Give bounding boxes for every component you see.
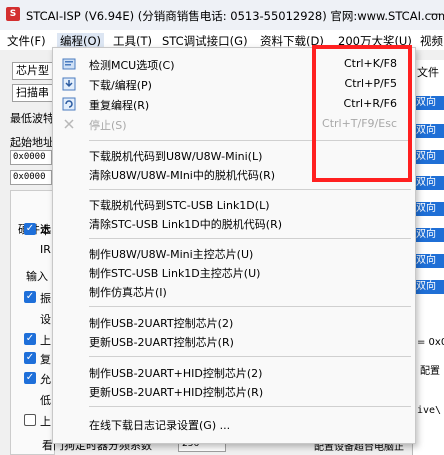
right-config-label: 配置 bbox=[420, 366, 440, 377]
option6-checkbox[interactable] bbox=[24, 414, 36, 426]
option5-label: 允 bbox=[40, 373, 51, 386]
menu-item-update-usb2uart[interactable]: 更新USB-2UART控制芯片(R) bbox=[53, 331, 415, 351]
port-mode-cell[interactable]: 双向 bbox=[414, 202, 444, 216]
menu-separator bbox=[89, 406, 411, 407]
menu-item-download-log-settings[interactable]: 在线下载日志记录设置(G) ... bbox=[53, 414, 415, 434]
menu-item-update-usb2uart-hid[interactable]: 更新USB-2UART+HID控制芯片(R) bbox=[53, 381, 415, 401]
menu-item-label: 下载脱机代码到STC-USB Link1D(L) bbox=[89, 199, 270, 212]
window-title: STCAI-ISP (V6.94E) (分销商销售电话: 0513-550129… bbox=[26, 9, 444, 23]
port-mode-cell[interactable]: 双向 bbox=[414, 96, 444, 110]
option1-label: 本 bbox=[40, 224, 51, 237]
option1-sub-label: IR bbox=[40, 243, 51, 256]
menu-video[interactable]: 视频 bbox=[420, 33, 443, 49]
stop-icon bbox=[64, 119, 74, 129]
option2-sub-label: 设 bbox=[40, 313, 51, 326]
option5-checkbox[interactable]: ✓ bbox=[24, 372, 36, 384]
option2-label: 振 bbox=[40, 292, 51, 305]
menu-item-make-emulator-chip[interactable]: 制作仿真芯片(I) bbox=[53, 281, 415, 301]
detect-icon bbox=[62, 58, 76, 70]
input-label: 输入 bbox=[26, 270, 48, 283]
menu-item-make-link1d-master[interactable]: 制作STC-USB Link1D主控芯片(U) bbox=[53, 262, 415, 282]
app-logo-icon: S bbox=[6, 7, 20, 21]
right-path-text: ive\ bbox=[417, 405, 442, 416]
menu-item-label: 检测MCU选项(C) bbox=[89, 59, 175, 72]
end-address-input[interactable]: 0x0000 bbox=[10, 170, 52, 185]
port-mode-cell[interactable]: 双向 bbox=[414, 280, 444, 294]
menu-item-label: 制作STC-USB Link1D主控芯片(U) bbox=[89, 267, 261, 280]
option4-checkbox[interactable]: ✓ bbox=[24, 352, 36, 364]
menu-separator bbox=[89, 189, 411, 190]
chip-type-label: 芯片型 bbox=[16, 64, 49, 77]
right-file-label: 文件 bbox=[417, 66, 439, 79]
right-config-value: = 0x0 bbox=[417, 337, 444, 348]
option6-label: 上 bbox=[40, 415, 51, 428]
menu-separator bbox=[89, 306, 411, 307]
scan-port-label: 扫描串 bbox=[16, 86, 49, 99]
menu-item-label: 在线下载日志记录设置(G) ... bbox=[89, 419, 231, 432]
menu-item-clear-offline-link1d[interactable]: 清除STC-USB Link1D中的脱机代码(R) bbox=[53, 213, 415, 233]
menu-file[interactable]: 文件(F) bbox=[7, 33, 46, 49]
minimize-button[interactable]: — bbox=[429, 7, 440, 20]
menu-item-label: 清除U8W/U8W-MIni中的脱机代码(R) bbox=[89, 169, 276, 182]
scan-port-combo[interactable]: 扫描串 bbox=[12, 84, 57, 102]
menu-item-download-offline-link1d[interactable]: 下载脱机代码到STC-USB Link1D(L) bbox=[53, 194, 415, 214]
option2-checkbox[interactable]: ✓ bbox=[24, 291, 36, 303]
repeat-icon bbox=[62, 97, 76, 111]
menu-item-make-usb2uart-hid[interactable]: 制作USB-2UART+HID控制芯片(2) bbox=[53, 362, 415, 382]
option1-checkbox[interactable]: ✓ bbox=[24, 223, 36, 235]
menu-item-label: 停止(S) bbox=[89, 119, 127, 132]
baud-label: 最低波特 bbox=[10, 112, 54, 125]
menu-item-label: 下载脱机代码到U8W/U8W-Mini(L) bbox=[89, 150, 263, 163]
menu-item-label: 更新USB-2UART控制芯片(R) bbox=[89, 336, 234, 349]
menu-item-label: 制作U8W/U8W-Mini主控芯片(U) bbox=[89, 248, 254, 261]
port-mode-cell[interactable]: 双向 bbox=[414, 124, 444, 138]
option3-label: 上 bbox=[40, 334, 51, 347]
menu-separator bbox=[89, 356, 411, 357]
port-mode-cell[interactable]: 双向 bbox=[414, 150, 444, 164]
menu-item-make-usb2uart[interactable]: 制作USB-2UART控制芯片(2) bbox=[53, 312, 415, 332]
option5-sub-label: 低 bbox=[40, 394, 51, 407]
title-bar: S STCAI-ISP (V6.94E) (分销商销售电话: 0513-5501… bbox=[0, 0, 444, 31]
download-icon bbox=[62, 77, 76, 91]
start-address-label: 起始地址 bbox=[10, 136, 54, 149]
menu-item-label: 制作USB-2UART控制芯片(2) bbox=[89, 317, 234, 330]
menu-item-label: 清除STC-USB Link1D中的脱机代码(R) bbox=[89, 218, 283, 231]
chip-type-combo[interactable]: 芯片型 bbox=[12, 62, 57, 80]
shortcut-highlight-box bbox=[312, 45, 412, 182]
menu-separator bbox=[89, 238, 411, 239]
menu-item-label: 重复编程(R) bbox=[89, 99, 150, 112]
menu-item-label: 制作仿真芯片(I) bbox=[89, 286, 167, 299]
option3-checkbox[interactable]: ✓ bbox=[24, 333, 36, 345]
start-address-input[interactable]: 0x0000 bbox=[10, 150, 52, 165]
option4-label: 复 bbox=[40, 353, 51, 366]
menu-item-label: 制作USB-2UART+HID控制芯片(2) bbox=[89, 367, 263, 380]
menu-item-make-u8w-master[interactable]: 制作U8W/U8W-Mini主控芯片(U) bbox=[53, 243, 415, 263]
port-mode-cell[interactable]: 双向 bbox=[414, 254, 444, 268]
menu-item-label: 更新USB-2UART+HID控制芯片(R) bbox=[89, 386, 264, 399]
port-mode-cell[interactable]: 双向 bbox=[414, 228, 444, 242]
menu-item-label: 下载/编程(P) bbox=[89, 79, 152, 92]
port-mode-cell[interactable]: 双向 bbox=[414, 176, 444, 190]
